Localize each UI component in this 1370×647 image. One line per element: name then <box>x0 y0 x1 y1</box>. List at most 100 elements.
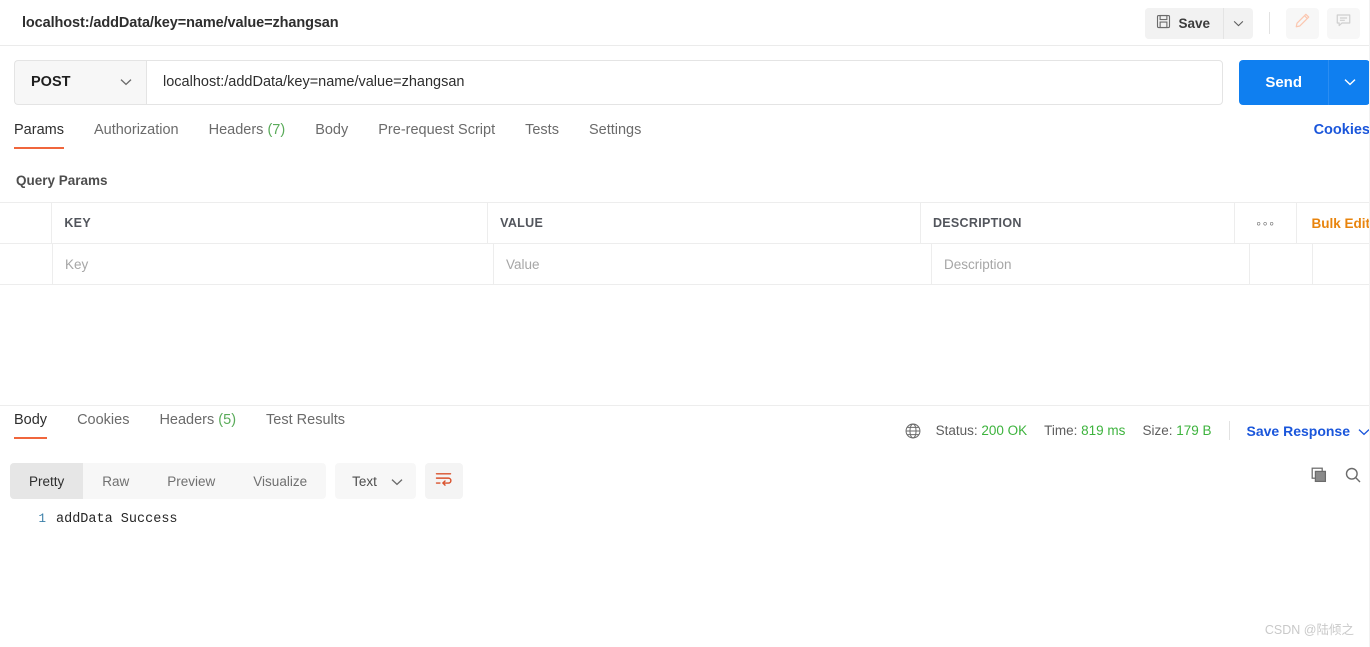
response-tools-right <box>1310 466 1362 489</box>
copy-button[interactable] <box>1310 466 1328 489</box>
postman-window: localhost:/addData/key=name/value=zhangs… <box>0 0 1370 647</box>
chevron-down-icon <box>1233 14 1244 32</box>
edit-request-button[interactable] <box>1286 7 1319 39</box>
response-tab-headers-label: Headers <box>159 412 215 428</box>
tab-params[interactable]: Params <box>14 122 79 149</box>
format-pretty-button[interactable]: Pretty <box>10 463 84 499</box>
row-key-cell[interactable]: Key <box>53 244 494 284</box>
line-text: addData Success <box>56 512 178 527</box>
url-input[interactable] <box>146 59 1224 105</box>
cookies-link[interactable]: Cookies <box>1314 122 1370 138</box>
tab-authorization[interactable]: Authorization <box>79 122 194 149</box>
params-options-button[interactable]: ◦◦◦ <box>1235 203 1298 243</box>
query-params-table: KEY VALUE DESCRIPTION ◦◦◦ Bulk Edit Key … <box>0 202 1370 285</box>
status-value: 200 OK <box>981 423 1028 438</box>
response-language-label: Text <box>352 473 377 489</box>
ellipsis-icon: ◦◦◦ <box>1256 215 1276 231</box>
row-value-cell[interactable]: Value <box>494 244 932 284</box>
save-response-button[interactable]: Save Response <box>1247 423 1370 439</box>
tab-pre-request-script-label: Pre-request Script <box>378 122 496 138</box>
bulk-edit-button[interactable]: Bulk Edit <box>1311 216 1370 231</box>
row-description-cell[interactable]: Description <box>932 244 1250 284</box>
response-tab-body-label: Body <box>14 412 48 428</box>
header-description-cell: DESCRIPTION <box>921 203 1236 243</box>
row-value-placeholder: Value <box>506 256 540 272</box>
tab-settings[interactable]: Settings <box>574 122 656 149</box>
url-bar: POST Send <box>0 46 1370 118</box>
tab-body-label: Body <box>315 122 349 138</box>
response-language-selector[interactable]: Text <box>335 463 416 499</box>
save-button-label: Save <box>1178 15 1210 31</box>
format-preview-label: Preview <box>167 473 216 489</box>
response-format-group: Pretty Raw Preview Visualize <box>10 463 327 499</box>
tab-authorization-label: Authorization <box>93 122 179 138</box>
format-visualize-button[interactable]: Visualize <box>234 463 326 499</box>
tab-tests[interactable]: Tests <box>510 122 574 149</box>
format-pretty-label: Pretty <box>29 473 65 489</box>
send-options-button[interactable] <box>1328 59 1370 105</box>
tab-params-label: Params <box>14 122 64 138</box>
response-tab-headers[interactable]: Headers (5) <box>144 412 251 439</box>
time-label: Time: <box>1044 423 1078 438</box>
tab-headers-count: (7) <box>267 122 286 138</box>
response-tab-test-results-label: Test Results <box>266 412 346 428</box>
header-key-cell: KEY <box>52 203 489 243</box>
watermark: CSDN @陆倾之 <box>1264 623 1354 637</box>
format-raw-button[interactable]: Raw <box>83 463 148 499</box>
response-tab-body[interactable]: Body <box>14 412 62 439</box>
response-tab-cookies-label: Cookies <box>77 412 130 428</box>
save-options-button[interactable] <box>1223 7 1253 39</box>
word-wrap-icon <box>434 470 453 492</box>
size-value: 179 B <box>1176 423 1212 438</box>
format-preview-button[interactable]: Preview <box>148 463 234 499</box>
row-checkbox-cell[interactable] <box>0 244 53 284</box>
word-wrap-button[interactable] <box>424 463 463 499</box>
response-tab-cookies[interactable]: Cookies <box>62 412 144 439</box>
pencil-icon <box>1294 12 1311 34</box>
send-button[interactable]: Send <box>1239 59 1328 105</box>
status-label: Status: <box>935 423 978 438</box>
save-button-group: Save <box>1145 7 1253 39</box>
comments-button[interactable] <box>1327 7 1360 39</box>
chevron-down-icon <box>391 474 403 489</box>
chevron-down-icon <box>120 73 132 91</box>
http-method-selector[interactable]: POST <box>14 59 146 105</box>
search-button[interactable] <box>1344 466 1362 489</box>
globe-icon <box>904 422 922 440</box>
header-value-label: VALUE <box>500 216 544 230</box>
toolbar-divider <box>1269 12 1270 34</box>
code-line: 1 addData Success <box>0 512 1370 534</box>
time-value: 819 ms <box>1081 423 1126 438</box>
meta-divider <box>1228 421 1230 440</box>
query-params-label: Query Params <box>16 173 108 188</box>
format-raw-label: Raw <box>102 473 130 489</box>
title-bar: localhost:/addData/key=name/value=zhangs… <box>0 0 1370 46</box>
http-method-label: POST <box>31 74 71 90</box>
send-button-group: Send <box>1239 59 1370 105</box>
response-body-viewer[interactable]: 1 addData Success <box>0 512 1370 612</box>
bulk-edit-cell: Bulk Edit <box>1297 203 1370 243</box>
row-options-cell <box>1250 244 1313 284</box>
response-meta: Status: 200 OK Time: 819 ms Size: 179 B … <box>904 421 1370 440</box>
row-description-placeholder: Description <box>944 256 1012 272</box>
save-button[interactable]: Save <box>1145 7 1223 39</box>
response-toolbar: Pretty Raw Preview Visualize Text <box>10 463 463 499</box>
size-meta: Size: 179 B <box>1142 423 1211 438</box>
comment-icon <box>1335 12 1352 34</box>
table-row: Key Value Description <box>0 244 1370 285</box>
tab-headers[interactable]: Headers (7) <box>194 122 301 149</box>
response-tab-test-results[interactable]: Test Results <box>251 412 360 439</box>
tab-body[interactable]: Body <box>300 122 363 149</box>
search-icon <box>1344 466 1362 489</box>
size-label: Size: <box>1142 423 1173 438</box>
response-separator <box>0 405 1370 406</box>
tab-headers-label: Headers <box>208 122 264 138</box>
row-trailing-cell <box>1313 244 1370 284</box>
time-meta: Time: 819 ms <box>1044 423 1125 438</box>
tab-pre-request-script[interactable]: Pre-request Script <box>363 122 510 149</box>
tab-settings-label: Settings <box>588 122 642 138</box>
table-header-row: KEY VALUE DESCRIPTION ◦◦◦ Bulk Edit <box>0 202 1370 244</box>
copy-icon <box>1310 466 1328 489</box>
request-title: localhost:/addData/key=name/value=zhangs… <box>22 14 339 31</box>
line-number: 1 <box>38 512 46 526</box>
